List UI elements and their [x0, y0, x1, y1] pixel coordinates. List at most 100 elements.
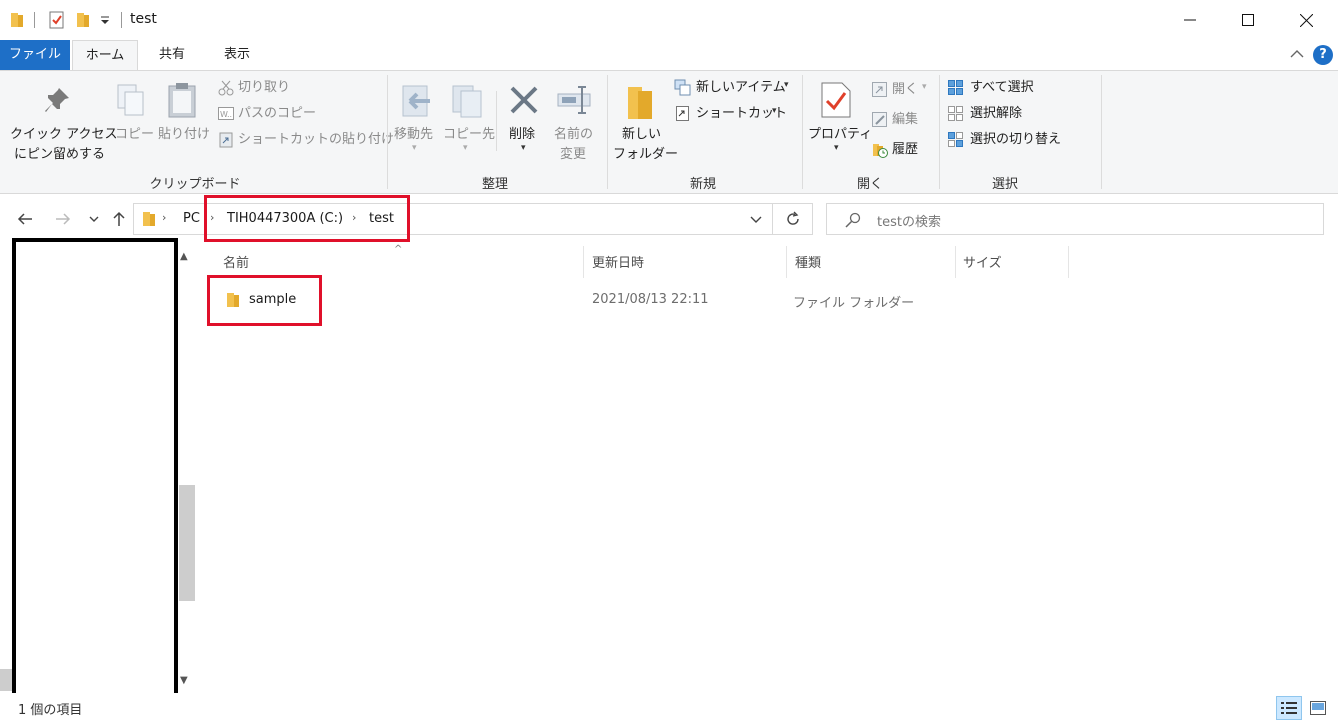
refresh-button[interactable]: [773, 203, 813, 235]
column-size[interactable]: サイズ: [963, 252, 1002, 271]
pin-quick-access-button[interactable]: クイック アクセス にピン留めする: [4, 75, 117, 169]
tab-view[interactable]: 表示: [206, 40, 268, 70]
back-arrow-icon: [17, 213, 32, 225]
ribbon: クイック アクセス にピン留めする コピー 貼り付け 切り取り W... パスの…: [0, 70, 1338, 194]
copy-to-button[interactable]: コピー先 ▾: [442, 75, 495, 169]
details-view-button[interactable]: [1276, 696, 1302, 720]
breadcrumb-separator-icon: ›: [162, 211, 167, 224]
group-divider: [1101, 75, 1102, 189]
invert-selection-button[interactable]: 選択の切り替え: [946, 129, 1076, 151]
maximize-button[interactable]: [1219, 0, 1277, 40]
copy-button[interactable]: コピー: [112, 75, 154, 169]
scroll-up-icon[interactable]: ▲: [180, 251, 188, 262]
paste-button[interactable]: 貼り付け: [154, 75, 212, 169]
address-dropdown-icon[interactable]: [750, 216, 762, 224]
select-all-button[interactable]: すべて選択: [946, 77, 1076, 99]
shortcut-dropdown-icon: ▾: [772, 106, 777, 116]
paste-shortcut-label: ショートカットの貼り付け: [238, 132, 395, 147]
horizontal-scroll-thumb[interactable]: [0, 669, 12, 691]
edit-button[interactable]: 編集: [870, 109, 936, 131]
select-all-label: すべて選択: [970, 80, 1034, 95]
move-to-icon: [402, 85, 430, 117]
cut-button[interactable]: 切り取り: [216, 77, 386, 99]
file-type: ファイル フォルダー: [793, 296, 915, 311]
column-divider[interactable]: [786, 246, 787, 278]
close-button[interactable]: [1277, 0, 1335, 40]
chevron-down-icon: [89, 216, 99, 222]
rename-button[interactable]: 名前の 変更: [550, 75, 600, 169]
tab-file[interactable]: ファイル: [0, 40, 70, 70]
recent-locations-button[interactable]: [82, 207, 106, 231]
open-button[interactable]: 開く ▾: [870, 79, 936, 101]
properties-button[interactable]: プロパティ ▾: [806, 75, 872, 169]
new-item-button[interactable]: 新しいアイテム ▾: [674, 77, 800, 99]
up-button[interactable]: [107, 207, 131, 231]
forward-button[interactable]: [51, 207, 75, 231]
maximize-icon: [1242, 14, 1254, 26]
select-none-label: 選択解除: [970, 106, 1023, 121]
divider: [121, 12, 122, 28]
large-icons-view-button[interactable]: [1305, 696, 1331, 720]
edit-icon: [872, 112, 887, 127]
select-group-label: 選択: [991, 177, 1018, 192]
status-bar: 1 個の項目: [0, 693, 1338, 723]
history-button[interactable]: 履歴: [870, 139, 936, 161]
nav-scroll-thumb[interactable]: [179, 485, 195, 601]
new-folder-quick-icon[interactable]: [76, 12, 90, 28]
copy-path-button[interactable]: W... パスのコピー: [216, 103, 386, 125]
paste-shortcut-button[interactable]: ショートカットの貼り付け: [216, 129, 394, 151]
address-highlight-box: [204, 195, 410, 242]
group-divider: [939, 75, 940, 189]
move-to-button[interactable]: 移動先 ▾: [392, 75, 440, 169]
select-all-icon: [948, 80, 963, 95]
nav-scrollbar[interactable]: [176, 245, 196, 693]
delete-button[interactable]: 削除 ▾: [502, 75, 546, 169]
column-modified[interactable]: 更新日時: [592, 252, 644, 271]
group-divider: [387, 75, 388, 189]
paste-label: 貼り付け: [158, 127, 211, 142]
search-box[interactable]: testの検索: [826, 203, 1324, 235]
select-none-button[interactable]: 選択解除: [946, 103, 1076, 125]
collapse-ribbon-icon[interactable]: [1290, 49, 1304, 59]
customize-quick-access-icon[interactable]: [100, 15, 110, 25]
folder-icon: [143, 212, 155, 226]
cut-label: 切り取り: [238, 80, 291, 95]
minimize-button[interactable]: [1161, 0, 1219, 40]
properties-dropdown-icon: ▾: [834, 143, 839, 153]
paste-icon: [168, 83, 196, 118]
pin-label-line1: クイック アクセス: [10, 127, 118, 142]
folder-highlight-box: [207, 275, 322, 326]
column-divider[interactable]: [583, 246, 584, 278]
easy-access-shortcut-button[interactable]: ショートカット ▾: [674, 103, 800, 125]
open-icon: [872, 82, 887, 97]
navigation-bar: › PC › TIH0447300A (C:) › test testの検索: [0, 195, 1338, 245]
new-folder-button[interactable]: 新しい フォルダー: [610, 75, 678, 169]
copy-to-dropdown-icon: ▾: [463, 143, 468, 153]
column-type[interactable]: 種類: [795, 252, 821, 271]
refresh-icon: [786, 211, 799, 225]
column-divider[interactable]: [955, 246, 956, 278]
properties-icon: [821, 82, 851, 118]
copy-icon: [117, 84, 144, 116]
column-name[interactable]: 名前: [223, 252, 249, 271]
group-divider: [607, 75, 608, 189]
invert-selection-icon: [948, 132, 963, 147]
back-button[interactable]: [13, 207, 37, 231]
search-placeholder: testの検索: [877, 215, 941, 230]
invert-selection-label: 選択の切り替え: [970, 132, 1062, 147]
scroll-down-icon[interactable]: ▼: [180, 675, 188, 686]
delete-label: 削除: [509, 127, 536, 142]
tab-share[interactable]: 共有: [140, 40, 204, 70]
tab-home[interactable]: ホーム: [72, 40, 138, 71]
organize-group-label: 整理: [481, 177, 508, 192]
help-icon[interactable]: ?: [1313, 45, 1333, 65]
breadcrumb-pc[interactable]: PC: [183, 211, 200, 226]
new-folder-icon: [628, 87, 652, 119]
title-bar: test: [0, 0, 1338, 40]
properties-quick-icon[interactable]: [48, 11, 66, 29]
column-divider[interactable]: [1068, 246, 1069, 278]
edit-label: 編集: [892, 112, 919, 127]
divider: [34, 12, 35, 28]
open-dropdown-icon: ▾: [922, 82, 927, 92]
rename-label-line1: 名前の: [554, 127, 594, 142]
